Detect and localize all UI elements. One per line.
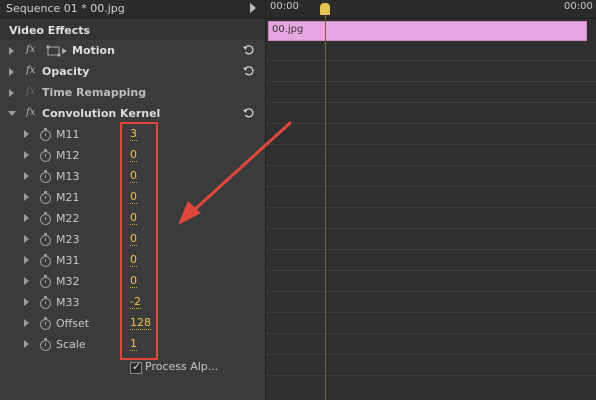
annotation-arrow bbox=[178, 121, 292, 225]
